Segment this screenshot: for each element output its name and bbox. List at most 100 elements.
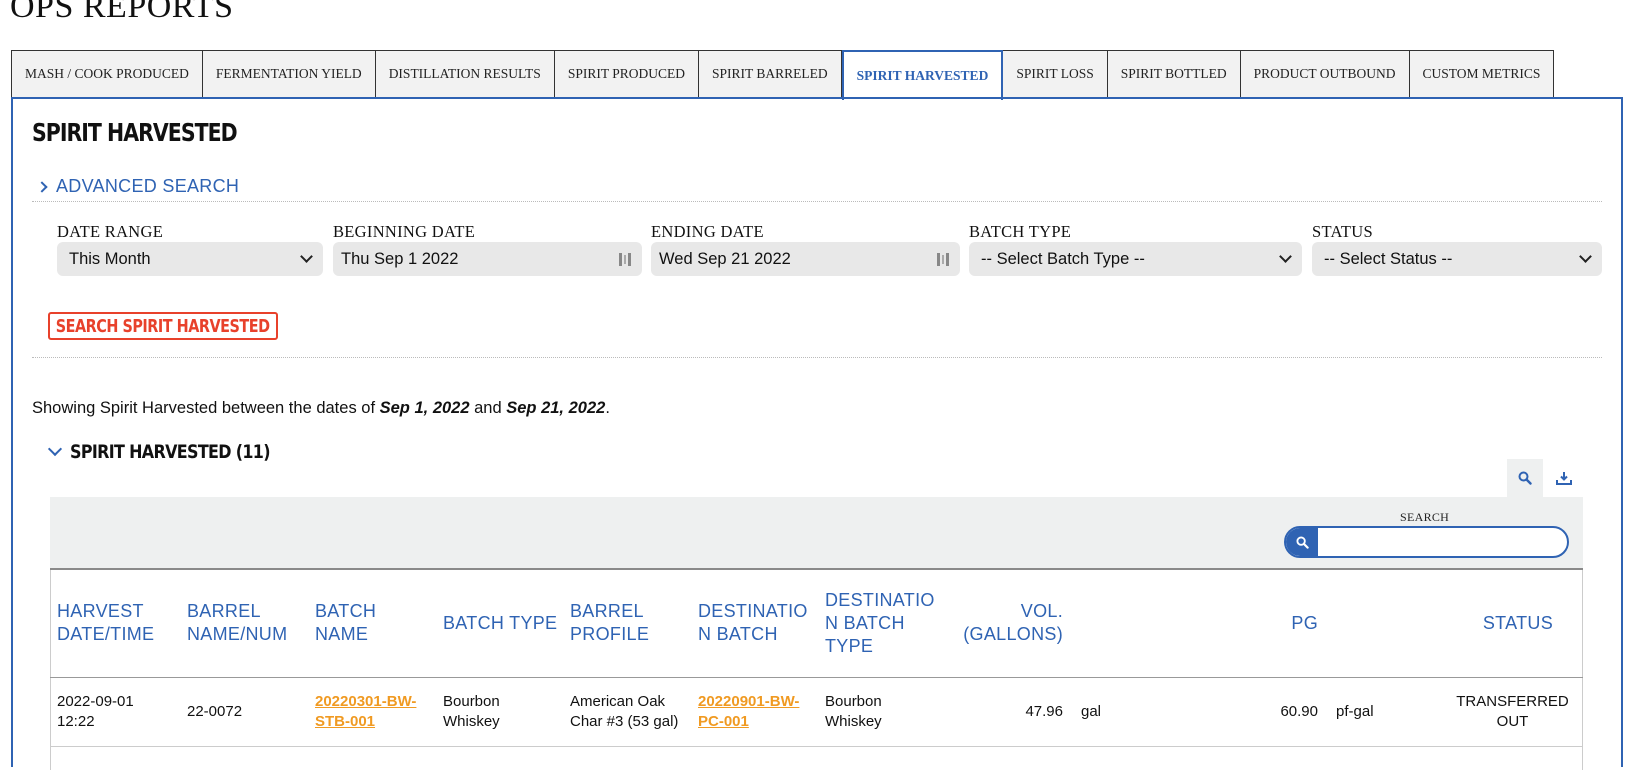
divider — [32, 201, 1602, 202]
cell-line: Bourbon — [825, 693, 882, 710]
export-download-button[interactable] — [1546, 459, 1582, 497]
tab-spirit-loss[interactable]: SPIRIT LOSS — [1003, 50, 1108, 98]
col-header-volume[interactable]: VOL. (GALLONS) — [940, 600, 1063, 646]
table-search-toggle-button[interactable] — [1507, 459, 1543, 497]
batch-name-link[interactable]: 20220301-BW- STB-001 — [315, 693, 416, 730]
tab-product-outbound[interactable]: PRODUCT OUTBOUND — [1240, 50, 1410, 98]
results-group-title: SPIRIT HARVESTED (11) — [70, 441, 271, 463]
summary-middle: and — [469, 399, 507, 417]
col-header-line: STATUS — [1482, 613, 1553, 633]
cell-line: 12:22 — [57, 713, 95, 730]
tab-spirit-bottled[interactable]: SPIRIT BOTTLED — [1107, 50, 1241, 98]
search-button-label: SEARCH SPIRIT HARVESTED — [56, 315, 270, 337]
col-header-line: DATE/TIME — [57, 624, 155, 644]
col-header-line: BARREL — [570, 601, 644, 621]
table-header-divider — [50, 677, 1583, 678]
divider — [32, 357, 1602, 358]
cell-line: OUT — [1496, 713, 1529, 730]
cell-harvest-datetime: 2022-09-01 12:22 — [57, 692, 134, 732]
col-header-line: NAME — [315, 624, 369, 644]
link-line: PC-001 — [698, 713, 749, 730]
chevron-down-icon — [1279, 250, 1292, 263]
tab-fermentation-yield[interactable]: FERMENTATION YIELD — [202, 50, 376, 98]
date-range-select[interactable]: This Month — [57, 242, 323, 276]
chevron-down-icon — [1579, 250, 1592, 263]
table-search-field[interactable] — [1284, 526, 1569, 558]
cell-destination-batch: 20220901-BW- PC-001 — [698, 692, 799, 732]
calendar-icon[interactable] — [618, 251, 632, 267]
tab-spirit-harvested[interactable]: SPIRIT HARVESTED — [841, 50, 1004, 100]
col-header-line: DESTINATIO — [825, 590, 935, 610]
batch-type-select[interactable]: -- Select Batch Type -- — [969, 242, 1302, 276]
col-header-line: BARREL — [187, 601, 261, 621]
ending-date-value: Wed Sep 21 2022 — [659, 249, 791, 268]
status-label: STATUS — [1312, 222, 1373, 241]
summary-suffix: . — [605, 399, 610, 417]
results-summary: Showing Spirit Harvested between the dat… — [32, 399, 610, 418]
col-header-status[interactable]: STATUS — [1460, 612, 1553, 635]
tab-distillation-results[interactable]: DISTILLATION RESULTS — [375, 50, 555, 98]
batch-type-label: BATCH TYPE — [969, 222, 1072, 241]
link-line: STB-001 — [315, 713, 376, 730]
beginning-date-value: Thu Sep 1 2022 — [341, 249, 459, 268]
cell-status: TRANSFERRED OUT — [1450, 692, 1575, 732]
advanced-search-toggle[interactable]: ADVANCED SEARCH — [36, 176, 240, 197]
cell-line: Bourbon — [443, 693, 500, 710]
col-header-line: N BATCH — [825, 613, 905, 633]
col-header-line: VOL. — [1020, 601, 1063, 621]
results-group-toggle[interactable]: SPIRIT HARVESTED (11) — [47, 441, 308, 463]
cell-line: Whiskey — [443, 713, 500, 730]
col-header-line: BATCH — [315, 601, 377, 621]
destination-batch-link[interactable]: 20220901-BW- PC-001 — [698, 693, 799, 730]
col-header-destination-batch-type[interactable]: DESTINATIO N BATCH TYPE — [825, 589, 935, 658]
search-spirit-harvested-button[interactable]: SEARCH SPIRIT HARVESTED — [48, 312, 278, 340]
tab-spirit-barreled[interactable]: SPIRIT BARRELED — [698, 50, 842, 98]
calendar-icon[interactable] — [936, 251, 950, 267]
search-icon — [1518, 471, 1532, 485]
tab-custom-metrics[interactable]: CUSTOM METRICS — [1409, 50, 1555, 98]
col-header-line: DESTINATIO — [698, 601, 808, 621]
chevron-down-icon — [47, 441, 63, 457]
cell-volume-unit: gal — [1081, 703, 1102, 720]
col-header-destination-batch[interactable]: DESTINATIO N BATCH — [698, 600, 808, 646]
col-header-barrel[interactable]: BARREL NAME/NUM — [187, 600, 287, 646]
cell-barrel-profile: American Oak Char #3 (53 gal) — [570, 692, 678, 732]
cell-line: 2022-09-01 — [57, 693, 134, 710]
date-range-label: DATE RANGE — [57, 222, 164, 241]
advanced-search-label: ADVANCED SEARCH — [56, 176, 240, 196]
cell-line: Whiskey — [825, 713, 882, 730]
link-line: 20220901-BW- — [698, 693, 800, 710]
summary-start-date: Sep 1, 2022 — [379, 399, 470, 417]
col-header-line: N BATCH — [698, 624, 778, 644]
col-header-line: BATCH TYPE — [443, 613, 558, 633]
col-header-line: TYPE — [825, 636, 874, 656]
cell-pg-unit: pf-gal — [1336, 703, 1374, 720]
ending-date-input[interactable]: Wed Sep 21 2022 — [651, 242, 960, 276]
col-header-line: HARVEST — [57, 601, 144, 621]
summary-end-date: Sep 21, 2022 — [506, 399, 606, 417]
cell-pg: 60.90 — [1280, 703, 1318, 720]
download-icon — [1556, 472, 1572, 485]
page-title: OPS REPORTS — [10, 0, 234, 25]
summary-prefix: Showing Spirit Harvested between the dat… — [32, 399, 380, 417]
tab-spirit-produced[interactable]: SPIRIT PRODUCED — [554, 50, 699, 98]
tab-mash-cook-produced[interactable]: MASH / COOK PRODUCED — [11, 50, 203, 98]
table-search-label: SEARCH — [1400, 510, 1450, 524]
col-header-batch-type[interactable]: BATCH TYPE — [443, 612, 557, 635]
cell-line: Char #3 (53 gal) — [570, 713, 679, 730]
table-row-divider — [50, 746, 1583, 747]
status-select[interactable]: -- Select Status -- — [1312, 242, 1602, 276]
cell-line: American Oak — [570, 693, 666, 710]
chevron-down-icon — [300, 250, 313, 263]
col-header-line: PROFILE — [570, 624, 650, 644]
beginning-date-label: BEGINNING DATE — [333, 222, 476, 241]
col-header-batch-name[interactable]: BATCH NAME — [315, 600, 376, 646]
col-header-barrel-profile[interactable]: BARREL PROFILE — [570, 600, 649, 646]
report-tabs: MASH / COOK PRODUCED FERMENTATION YIELD … — [11, 50, 1555, 100]
col-header-pg[interactable]: PG — [1250, 612, 1318, 635]
beginning-date-input[interactable]: Thu Sep 1 2022 — [333, 242, 642, 276]
section-title: SPIRIT HARVESTED — [32, 118, 238, 147]
table-search-input[interactable] — [1320, 528, 1564, 556]
ending-date-label: ENDING DATE — [651, 222, 764, 241]
col-header-harvest-datetime[interactable]: HARVEST DATE/TIME — [57, 600, 154, 646]
